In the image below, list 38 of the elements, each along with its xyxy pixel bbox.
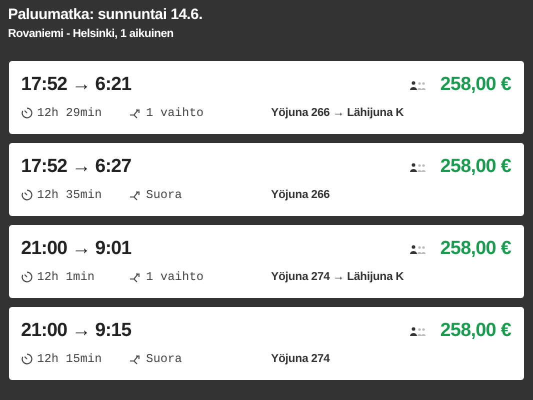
duration: 12h 1min — [37, 270, 95, 284]
transfers: 1 vaihto — [146, 270, 204, 284]
transfers: Suora — [146, 352, 182, 366]
route-split-icon — [129, 272, 142, 282]
connection-card[interactable]: 21:00 → 9:15 258,00 € 12h 15min Suora Yöjuna 274 — [9, 307, 524, 380]
timer-icon — [21, 271, 33, 283]
transfers: 1 vaihto — [146, 106, 204, 120]
route-split-icon — [129, 190, 142, 200]
departure-arrival-times: 21:00 → 9:01 — [21, 238, 132, 260]
train-names: Yöjuna 266 — [271, 189, 330, 201]
duration: 12h 35min — [37, 188, 102, 202]
connection-card[interactable]: 21:00 → 9:01 258,00 € 12h 1min 1 vaihto Yöjuna 274 → Lähijuna K — [9, 225, 524, 298]
route-subtitle: Rovaniemi - Helsinki, 1 aikuinen — [8, 28, 175, 40]
timer-icon — [21, 353, 33, 365]
timer-icon — [21, 107, 33, 119]
connection-card[interactable]: 17:52 → 6:27 258,00 € 12h 35min Suora Yöjuna 266 — [9, 143, 524, 216]
departure-arrival-times: 17:52 → 6:27 — [21, 156, 132, 178]
departure-arrival-times: 17:52 → 6:21 — [21, 74, 132, 96]
price: 258,00 € — [440, 74, 511, 96]
route-split-icon — [129, 108, 142, 118]
duration: 12h 15min — [37, 352, 102, 366]
price: 258,00 € — [440, 156, 511, 178]
occupancy-icon — [410, 80, 428, 90]
occupancy-icon — [410, 162, 428, 172]
occupancy-icon — [410, 244, 428, 254]
train-names: Yöjuna 266 → Lähijuna K — [271, 107, 404, 119]
timer-icon — [21, 189, 33, 201]
connection-card[interactable]: 17:52 → 6:21 258,00 € 12h 29min 1 vaihto Yöjuna 266 → Lähijuna K — [9, 61, 524, 134]
transfers: Suora — [146, 188, 182, 202]
train-names: Yöjuna 274 — [271, 353, 330, 365]
page-title: Paluumatka: sunnuntai 14.6. — [8, 6, 204, 23]
departure-arrival-times: 21:00 → 9:15 — [21, 320, 132, 342]
train-names: Yöjuna 274 → Lähijuna K — [271, 271, 404, 283]
occupancy-icon — [410, 326, 428, 336]
price: 258,00 € — [440, 238, 511, 260]
duration: 12h 29min — [37, 106, 102, 120]
price: 258,00 € — [440, 320, 511, 342]
route-split-icon — [129, 354, 142, 364]
